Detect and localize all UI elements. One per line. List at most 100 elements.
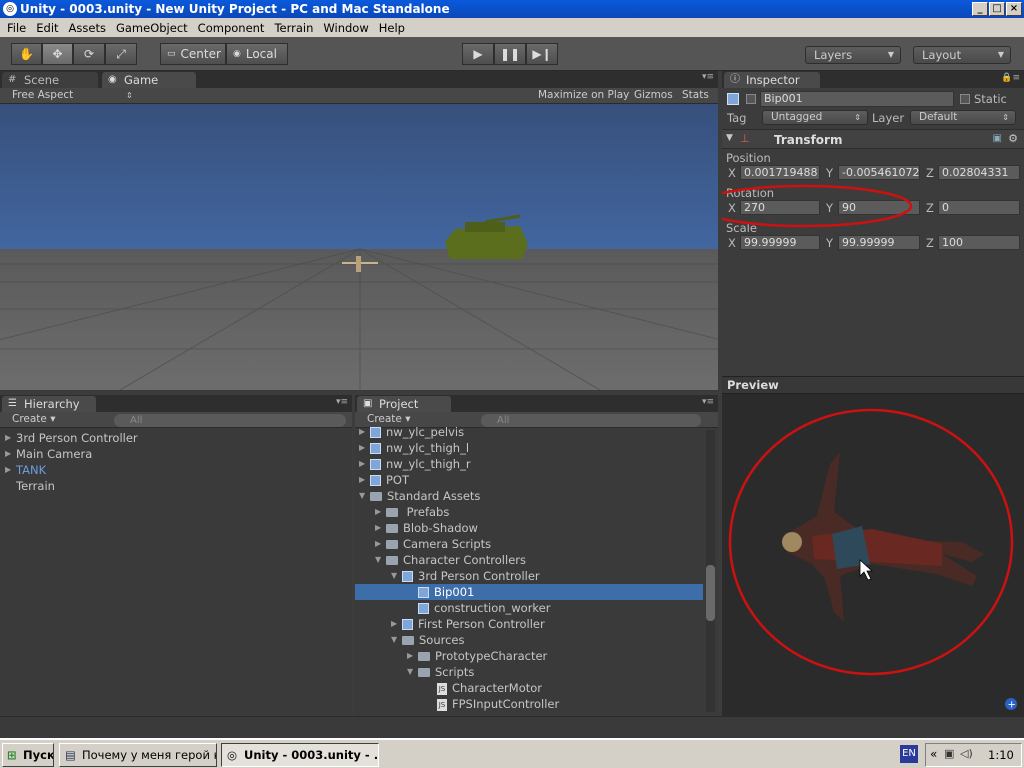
list-item[interactable]: ▶ Prefabs [355, 504, 703, 520]
expand-arrow-icon[interactable]: ▶ [359, 456, 365, 472]
camera-icon[interactable]: ▣ [944, 747, 954, 760]
expand-arrow-icon[interactable]: ▶ [391, 616, 397, 632]
gear-icon[interactable]: ⚙ [1008, 132, 1018, 145]
menu-window[interactable]: Window [318, 21, 373, 35]
start-button[interactable]: ⊞ Пуск [2, 743, 54, 767]
hierarchy-create-button[interactable]: Create ▾ [12, 412, 56, 427]
tab-project[interactable]: ▣ Project [357, 396, 451, 412]
tab-inspector[interactable]: ⓘ Inspector [724, 72, 820, 88]
scale-z-field[interactable]: 100 [938, 235, 1020, 250]
panel-menu-icon[interactable]: ▾≡ [702, 397, 714, 407]
expand-arrow-icon[interactable]: ▶ [359, 440, 365, 456]
panel-menu-icon[interactable]: ▾≡ [336, 397, 348, 407]
scale-x-field[interactable]: 99.99999 [740, 235, 820, 250]
pause-button[interactable]: ❚❚ [494, 43, 526, 65]
expand-arrow-icon[interactable]: ▶ [5, 430, 11, 446]
rotation-x-field[interactable]: 270 [740, 200, 820, 215]
transform-header[interactable]: ▼ ⊥ Transform ▣ ⚙ [722, 129, 1024, 149]
maximize-button[interactable]: □ [989, 2, 1005, 16]
tab-scene[interactable]: # Scene [2, 72, 98, 88]
expand-arrow-icon[interactable]: ▶ [407, 648, 413, 664]
collapse-arrow-icon[interactable]: ▼ [391, 568, 397, 584]
layers-dropdown[interactable]: Layers ▼ [805, 46, 901, 64]
list-item[interactable]: ▶ Main Camera [0, 446, 352, 462]
expand-arrow-icon[interactable]: ▶ [375, 536, 381, 552]
list-item[interactable]: ▶ nw_ylc_thigh_l [355, 440, 703, 456]
expand-arrow-icon[interactable]: ▶ [5, 462, 11, 478]
help-icon[interactable]: ▣ [993, 133, 1002, 144]
object-name-input[interactable]: Bip001 [760, 91, 954, 107]
list-item[interactable]: ▶ Camera Scripts [355, 536, 703, 552]
list-item[interactable]: ▼ Sources [355, 632, 703, 648]
tag-dropdown[interactable]: Untagged ⇕ [762, 110, 868, 125]
rotation-z-field[interactable]: 0 [938, 200, 1020, 215]
list-item[interactable]: construction_worker [355, 600, 703, 616]
menu-component[interactable]: Component [193, 21, 270, 35]
position-z-field[interactable]: 0.02804331 [938, 165, 1020, 180]
list-item[interactable]: ▶ 3rd Person Controller [0, 430, 352, 446]
collapse-arrow-icon[interactable]: ▼ [359, 488, 365, 504]
list-item[interactable]: ▼ 3rd Person Controller [355, 568, 703, 584]
play-button[interactable]: ▶ [462, 43, 494, 65]
game-viewport[interactable] [0, 104, 718, 390]
character-preview[interactable]: + [722, 394, 1024, 716]
pivot-local-button[interactable]: ◉ Local [226, 43, 288, 65]
move-tool-icon[interactable]: ✥ [42, 43, 73, 65]
panel-menu-icon[interactable]: ▾≡ [702, 72, 714, 82]
list-item[interactable]: ▶ Blob-Shadow [355, 520, 703, 536]
list-item[interactable]: JS CharacterMotor [355, 680, 703, 696]
list-item-selected[interactable]: Bip001 [355, 584, 703, 600]
expand-arrow-icon[interactable]: ▶ [359, 424, 365, 440]
menu-file[interactable]: File [2, 21, 31, 35]
gizmos-toggle[interactable]: Gizmos [634, 88, 673, 103]
menu-gameobject[interactable]: GameObject [111, 21, 193, 35]
menu-assets[interactable]: Assets [64, 21, 111, 35]
pivot-center-button[interactable]: ▭ Center [160, 43, 226, 65]
static-checkbox[interactable] [960, 94, 970, 104]
list-item[interactable]: ▶ First Person Controller [355, 616, 703, 632]
layer-dropdown[interactable]: Default ⇕ [910, 110, 1016, 125]
minimize-button[interactable]: _ [972, 2, 988, 16]
tray-expand-icon[interactable]: « [930, 747, 937, 761]
close-button[interactable]: × [1006, 2, 1022, 16]
collapse-arrow-icon[interactable]: ▼ [375, 552, 381, 568]
list-item[interactable]: JS FPSInputController [355, 696, 703, 712]
scale-y-field[interactable]: 99.99999 [838, 235, 920, 250]
rotation-y-field[interactable]: 90 [838, 200, 920, 215]
scale-tool-icon[interactable]: ⤢ [105, 43, 137, 65]
list-item[interactable]: Terrain [0, 478, 352, 494]
list-item[interactable]: ▼ Character Controllers [355, 552, 703, 568]
list-item[interactable]: ▶ nw_ylc_pelvis [355, 424, 703, 440]
volume-icon[interactable]: ◁) [960, 747, 973, 760]
position-y-field[interactable]: -0.005461072 [838, 165, 920, 180]
project-scrollbar[interactable] [706, 430, 715, 712]
menu-edit[interactable]: Edit [31, 21, 63, 35]
collapse-arrow-icon[interactable]: ▼ [391, 632, 397, 648]
taskbar-item-browser[interactable]: ▤ Почему у меня герой ку... [59, 743, 217, 767]
menu-terrain[interactable]: Terrain [269, 21, 318, 35]
foldout-arrow-icon[interactable]: ▼ [726, 133, 733, 143]
list-item[interactable]: ▶ nw_ylc_thigh_r [355, 456, 703, 472]
list-item[interactable]: ▼ Standard Assets [355, 488, 703, 504]
expand-arrow-icon[interactable]: ▶ [359, 472, 365, 488]
list-item[interactable]: ▼ Scripts [355, 664, 703, 680]
stats-toggle[interactable]: Stats [682, 88, 709, 103]
expand-arrow-icon[interactable]: ▶ [375, 520, 381, 536]
expand-arrow-icon[interactable]: ▶ [375, 504, 381, 520]
menu-help[interactable]: Help [374, 21, 410, 35]
collapse-arrow-icon[interactable]: ▼ [407, 664, 413, 680]
active-checkbox[interactable] [746, 94, 756, 104]
language-indicator[interactable]: EN [900, 745, 918, 763]
hierarchy-search-input[interactable]: All [114, 414, 346, 427]
step-button[interactable]: ▶❙ [526, 43, 558, 65]
position-x-field[interactable]: 0.001719488 [740, 165, 820, 180]
rotate-tool-icon[interactable]: ⟳ [73, 43, 105, 65]
expand-arrow-icon[interactable]: ▶ [5, 446, 11, 462]
hand-tool-icon[interactable]: ✋ [11, 43, 42, 65]
layout-dropdown[interactable]: Layout ▼ [913, 46, 1011, 64]
scroll-thumb[interactable] [706, 565, 715, 621]
tab-game[interactable]: ◉ Game [102, 72, 196, 88]
list-item[interactable]: ▶ PrototypeCharacter [355, 648, 703, 664]
lock-icon[interactable]: 🔒≡ [1001, 73, 1020, 83]
aspect-dropdown[interactable]: Free Aspect [12, 88, 73, 103]
